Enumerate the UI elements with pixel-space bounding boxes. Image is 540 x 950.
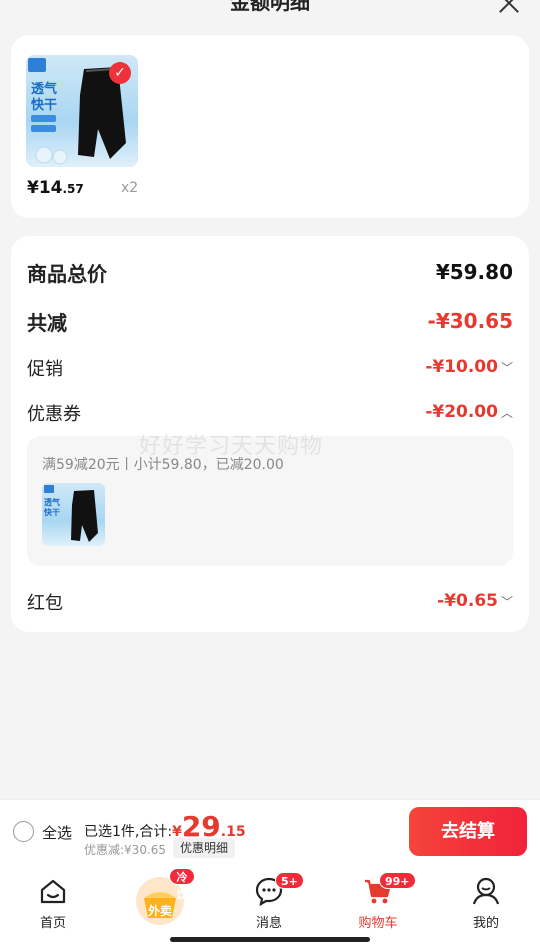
- promo-value: -¥10.00: [425, 357, 498, 377]
- total-label: 商品总价: [27, 262, 107, 286]
- product-quantity: x2: [121, 180, 139, 196]
- product-price: ¥14.57: [27, 178, 84, 198]
- checkout-button[interactable]: 去结算: [409, 807, 527, 856]
- redpack-label: 红包: [27, 593, 63, 614]
- tab-messages-label: 消息: [255, 916, 282, 931]
- header: 金额明细: [0, 0, 540, 28]
- chevron-down-icon: ﹀: [500, 595, 513, 609]
- home-icon: [40, 879, 66, 904]
- reduce-value: -¥30.65: [427, 309, 513, 333]
- close-icon[interactable]: [496, 0, 522, 16]
- discount-text: 优惠减:¥30.65: [84, 843, 167, 857]
- svg-text:透气: 透气: [31, 81, 57, 97]
- coupon-label: 优惠券: [27, 404, 81, 425]
- chevron-down-icon: ﹀: [500, 361, 513, 375]
- select-all-checkbox[interactable]: [13, 821, 34, 842]
- svg-text:透气: 透气: [44, 497, 60, 507]
- checkout-bar: 全选 已选1件,合计:¥29.15 优惠减:¥30.65 优惠明细 去结算: [0, 799, 540, 864]
- takeout-badge: 冷饮: [169, 868, 195, 901]
- price-int: ¥14: [27, 178, 63, 198]
- redpack-row-toggle[interactable]: -¥0.65 ﹀: [437, 591, 513, 611]
- discount-detail-button[interactable]: 优惠明细: [173, 838, 236, 858]
- svg-text:外卖: 外卖: [148, 903, 172, 918]
- coupon-product-image: 透气 快干: [42, 483, 105, 546]
- watermark: 好好学习天天购物: [139, 434, 324, 459]
- coupon-value: -¥20.00: [425, 402, 498, 422]
- promo-label: 促销: [27, 359, 63, 380]
- user-icon: [472, 877, 500, 905]
- page-title: 金额明细: [230, 0, 310, 14]
- select-all-label[interactable]: 全选: [42, 822, 72, 843]
- chevron-up-icon: ︿: [500, 406, 513, 420]
- cart-badge: 99+: [379, 872, 416, 889]
- home-indicator: [170, 937, 370, 942]
- pants-illustration-small: 透气 快干: [44, 485, 98, 542]
- messages-badge: 5+: [275, 872, 304, 889]
- promo-row-toggle[interactable]: -¥10.00 ﹀: [425, 357, 513, 377]
- selected-check-icon[interactable]: ✓: [109, 62, 131, 84]
- total-value: ¥59.80: [435, 260, 513, 284]
- tab-cart-label: 购物车: [358, 916, 398, 931]
- coupon-row-toggle[interactable]: -¥20.00 ︿: [425, 402, 513, 422]
- tab-home-label: 首页: [39, 916, 66, 931]
- reduce-label: 共减: [27, 311, 67, 335]
- svg-text:快干: 快干: [44, 507, 60, 517]
- redpack-value: -¥0.65: [437, 591, 498, 611]
- svg-text:快干: 快干: [31, 97, 57, 113]
- product-card: 透气 快干 ✓ ¥14.57 x2: [11, 35, 529, 218]
- tab-profile-label: 我的: [472, 916, 499, 931]
- price-dec: .57: [62, 182, 84, 196]
- selected-summary: 已选1件,合计:: [84, 824, 173, 840]
